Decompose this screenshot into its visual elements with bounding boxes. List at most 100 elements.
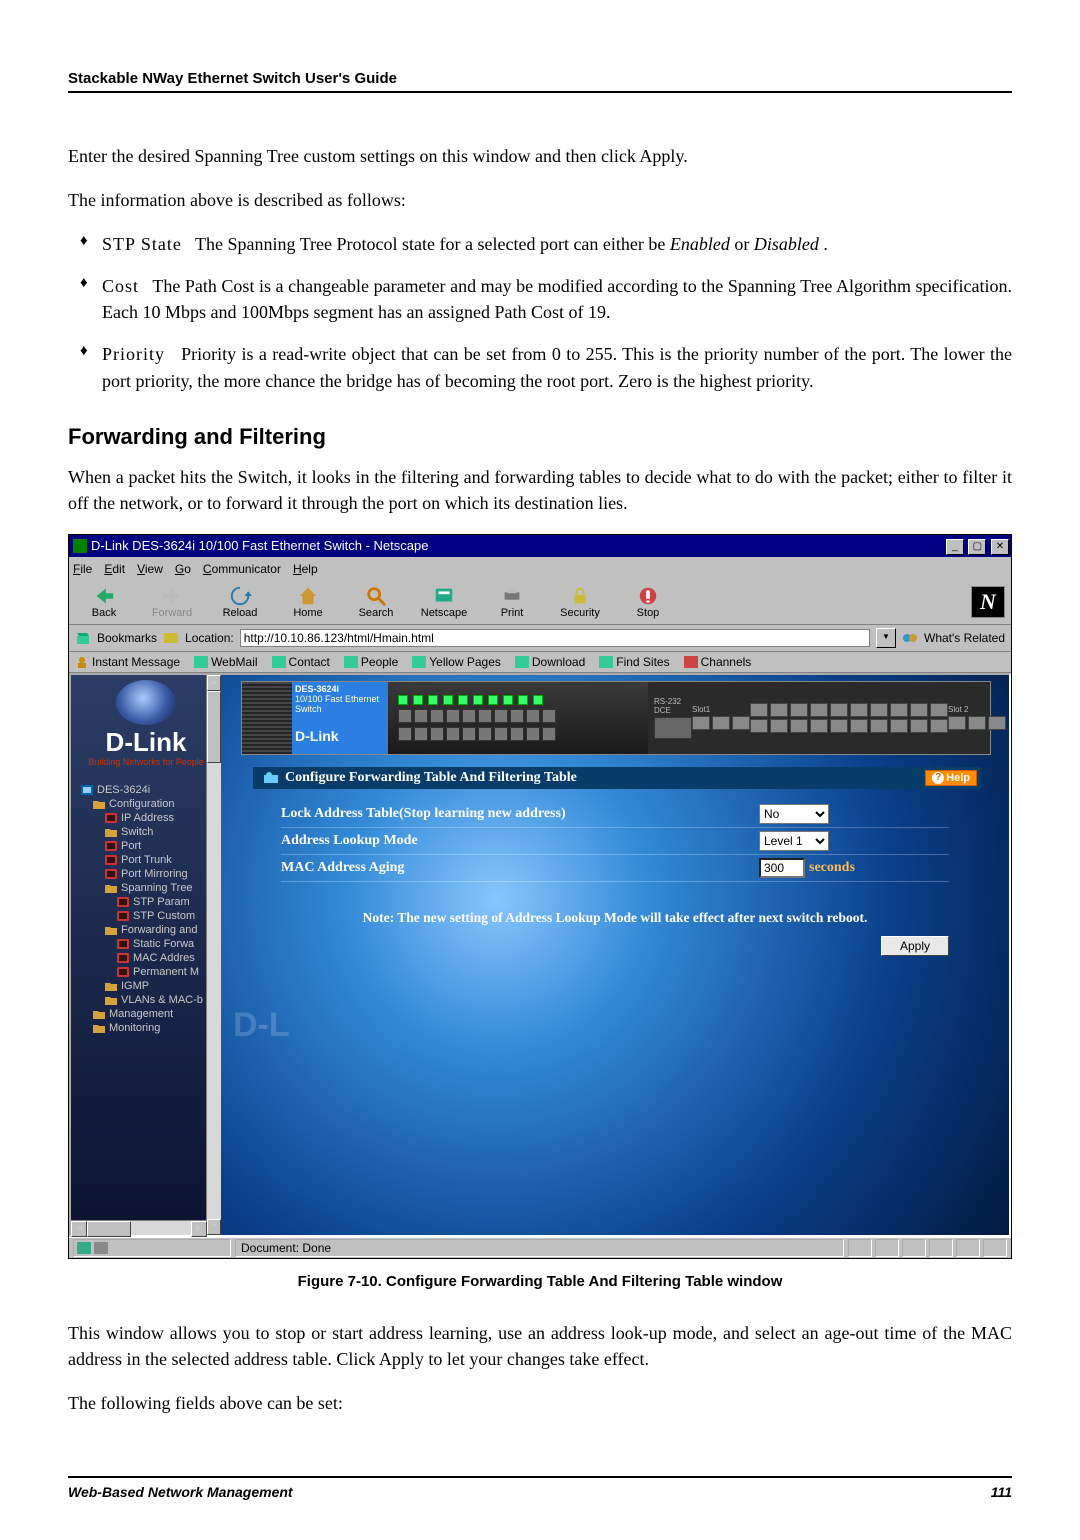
location-dropdown[interactable]: ▼ — [876, 628, 896, 648]
help-button[interactable]: ? Help — [925, 770, 977, 786]
device-labels: DES-3624i 10/100 Fast Ethernet Switch D-… — [292, 682, 388, 754]
row-mac-aging: MAC Address Aging seconds — [281, 855, 949, 882]
term: STP State — [102, 234, 182, 254]
stop-button[interactable]: Stop — [623, 585, 673, 619]
sidebar-item[interactable]: Configuration — [89, 797, 221, 811]
lock-icon — [566, 585, 594, 607]
link-people[interactable]: People — [344, 655, 398, 669]
sidebar-item[interactable]: STP Param — [113, 895, 221, 909]
section-intro: When a packet hits the Switch, it looks … — [68, 464, 1012, 516]
window-controls: _ ▢ ✕ — [945, 537, 1009, 555]
scroll-thumb[interactable] — [207, 691, 221, 763]
scroll-track[interactable] — [207, 763, 221, 1219]
component-bar[interactable] — [73, 1239, 231, 1257]
location-bar: Bookmarks Location: ▼ What's Related — [69, 625, 1011, 652]
definition-list: STP State The Spanning Tree Protocol sta… — [68, 231, 1012, 393]
slot2-module: Slot 2 — [948, 705, 1006, 730]
reboot-note: Note: The new setting of Address Lookup … — [281, 910, 949, 926]
sidebar-item[interactable]: Forwarding and — [101, 923, 221, 937]
status-cell-icon — [929, 1239, 953, 1257]
maximize-button[interactable]: ▢ — [968, 539, 986, 555]
reload-button[interactable]: Reload — [215, 585, 265, 619]
scroll-up-button[interactable]: ▲ — [207, 675, 221, 691]
scroll-down-button[interactable]: ▼ — [207, 1219, 221, 1235]
menu-communicator[interactable]: Communicator — [203, 562, 281, 576]
forward-button[interactable]: Forward — [147, 585, 197, 619]
menu-go[interactable]: Go — [175, 562, 191, 576]
sidebar-item[interactable]: Switch — [101, 825, 221, 839]
sidebar-item[interactable]: Permanent M — [113, 965, 221, 979]
sidebar-item[interactable]: STP Custom — [113, 909, 221, 923]
search-button[interactable]: Search — [351, 585, 401, 619]
whats-related-link[interactable]: What's Related — [924, 631, 1005, 645]
sidebar-hscrollbar[interactable]: ◀ ▶ — [71, 1220, 207, 1235]
menu-help[interactable]: Help — [293, 562, 318, 576]
security-button[interactable]: Security — [555, 585, 605, 619]
status-icons — [848, 1239, 1007, 1257]
sidebar-item[interactable]: Management — [89, 1007, 221, 1021]
sidebar-item[interactable]: Port — [101, 839, 221, 853]
netscape-button[interactable]: Netscape — [419, 585, 469, 619]
sidebar-item[interactable]: MAC Addres — [113, 951, 221, 965]
after-figure-para-1: This window allows you to stop or start … — [68, 1320, 1012, 1372]
sidebar-item[interactable]: Spanning Tree — [101, 881, 221, 895]
navigator-icon — [77, 1242, 91, 1254]
link-webmail[interactable]: WebMail — [194, 655, 257, 669]
lookup-mode-select[interactable]: Level 1 — [759, 831, 829, 851]
location-label: Location: — [185, 631, 234, 645]
sidebar-item[interactable]: IGMP — [101, 979, 221, 993]
mac-aging-input[interactable] — [759, 858, 805, 878]
close-button[interactable]: ✕ — [991, 539, 1009, 555]
sidebar-item[interactable]: VLANs & MAC-b — [101, 993, 221, 1007]
back-icon — [90, 585, 118, 607]
sidebar-item[interactable]: Port Trunk — [101, 853, 221, 867]
port-row-bottom — [398, 727, 638, 741]
home-button[interactable]: Home — [283, 585, 333, 619]
netscape-window: D-Link DES-3624i 10/100 Fast Ethernet Sw… — [68, 534, 1012, 1259]
menu-file[interactable]: File — [73, 562, 92, 576]
back-button[interactable]: Back — [79, 585, 129, 619]
stop-icon — [634, 585, 662, 607]
scroll-right-button[interactable]: ▶ — [191, 1221, 207, 1237]
sidebar-item[interactable]: IP Address — [101, 811, 221, 825]
link-instant-message[interactable]: Instant Message — [75, 655, 180, 669]
status-cell-icon — [875, 1239, 899, 1257]
apply-button[interactable]: Apply — [881, 936, 949, 956]
menu-edit[interactable]: Edit — [104, 562, 125, 576]
bullet-priority: Priority Priority is a read-write object… — [68, 341, 1012, 393]
location-input[interactable] — [240, 629, 870, 647]
sidebar-item[interactable]: DES-3624i — [77, 783, 221, 797]
channels-icon — [684, 656, 698, 668]
slot1-module: Slot1 — [692, 705, 750, 730]
person-icon — [75, 656, 89, 668]
sidebar-item[interactable]: Static Forwa — [113, 937, 221, 951]
frameset: D-Link Building Networks for People DES-… — [69, 673, 1011, 1237]
window-titlebar: D-Link DES-3624i 10/100 Fast Ethernet Sw… — [69, 535, 1011, 557]
netscape-logo-icon: N — [971, 586, 1005, 618]
row-lock-address: Lock Address Table(Stop learning new add… — [281, 801, 949, 828]
menu-view[interactable]: View — [137, 562, 163, 576]
sidebar-item[interactable]: Port Mirroring — [101, 867, 221, 881]
link-contact[interactable]: Contact — [272, 655, 330, 669]
print-button[interactable]: Print — [487, 585, 537, 619]
bookmark-item-icon — [194, 656, 208, 668]
status-cell-icon — [956, 1239, 980, 1257]
bookmarks-label[interactable]: Bookmarks — [97, 631, 157, 645]
home-icon — [294, 585, 322, 607]
status-text: Document: Done — [235, 1239, 844, 1257]
expansion-ports — [750, 703, 948, 733]
sidebar-vscrollbar[interactable]: ▲ ▼ — [206, 675, 221, 1235]
hscroll-track[interactable] — [87, 1221, 191, 1235]
link-find-sites[interactable]: Find Sites — [599, 655, 669, 669]
sidebar-item[interactable]: Monitoring — [89, 1021, 221, 1035]
hscroll-thumb[interactable] — [87, 1221, 131, 1237]
window-title: D-Link DES-3624i 10/100 Fast Ethernet Sw… — [91, 538, 945, 553]
minimize-button[interactable]: _ — [946, 539, 964, 555]
after-figure-para-2: The following fields above can be set: — [68, 1390, 1012, 1416]
lock-address-select[interactable]: No — [759, 804, 829, 824]
link-yellow-pages[interactable]: Yellow Pages — [412, 655, 501, 669]
link-download[interactable]: Download — [515, 655, 585, 669]
link-channels[interactable]: Channels — [684, 655, 752, 669]
term: Priority — [102, 344, 165, 364]
scroll-left-button[interactable]: ◀ — [71, 1221, 87, 1237]
